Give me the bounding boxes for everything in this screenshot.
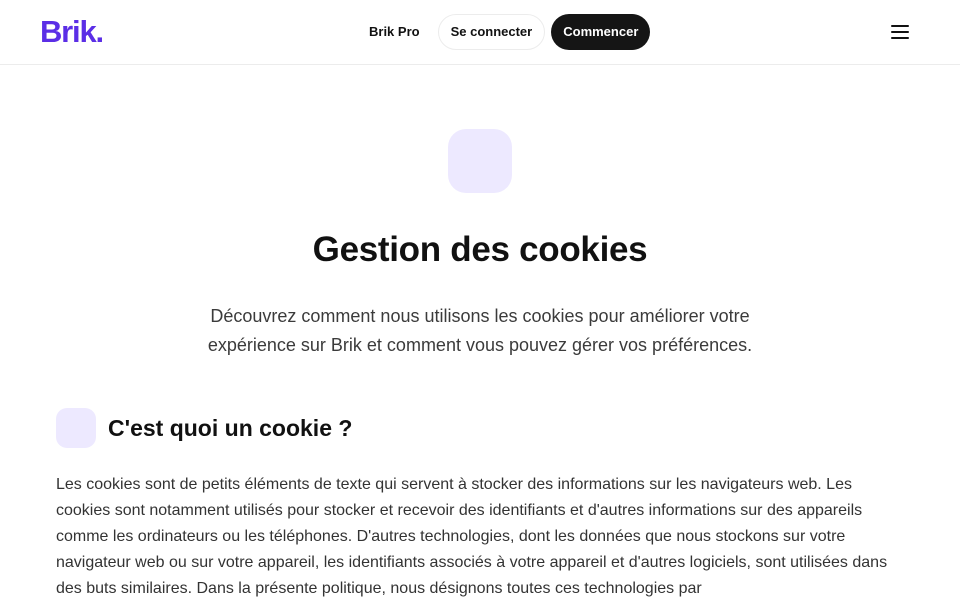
brik-logo[interactable]: Brik.	[40, 14, 104, 50]
info-icon	[56, 408, 96, 448]
start-button[interactable]: Commencer	[551, 14, 651, 50]
cookie-icon	[448, 129, 512, 193]
hamburger-menu-icon[interactable]	[886, 19, 914, 45]
page-subtitle: Découvrez comment nous utilisons les coo…	[207, 306, 753, 355]
section-body: Les cookies sont de petits éléments de t…	[56, 476, 888, 597]
page-title: Gestion des cookies	[312, 230, 648, 269]
site-header: Brik. Brik Pro Se connecter Commencer	[0, 0, 960, 65]
menu-line	[891, 31, 909, 33]
brik-pro-link[interactable]: Brik Pro	[355, 14, 434, 50]
menu-line	[891, 25, 909, 27]
top-nav: Brik Pro Se connecter Commencer	[355, 14, 651, 50]
section-title: C'est quoi un cookie ?	[108, 415, 353, 441]
login-button[interactable]: Se connecter	[437, 14, 546, 50]
menu-line	[891, 37, 909, 39]
